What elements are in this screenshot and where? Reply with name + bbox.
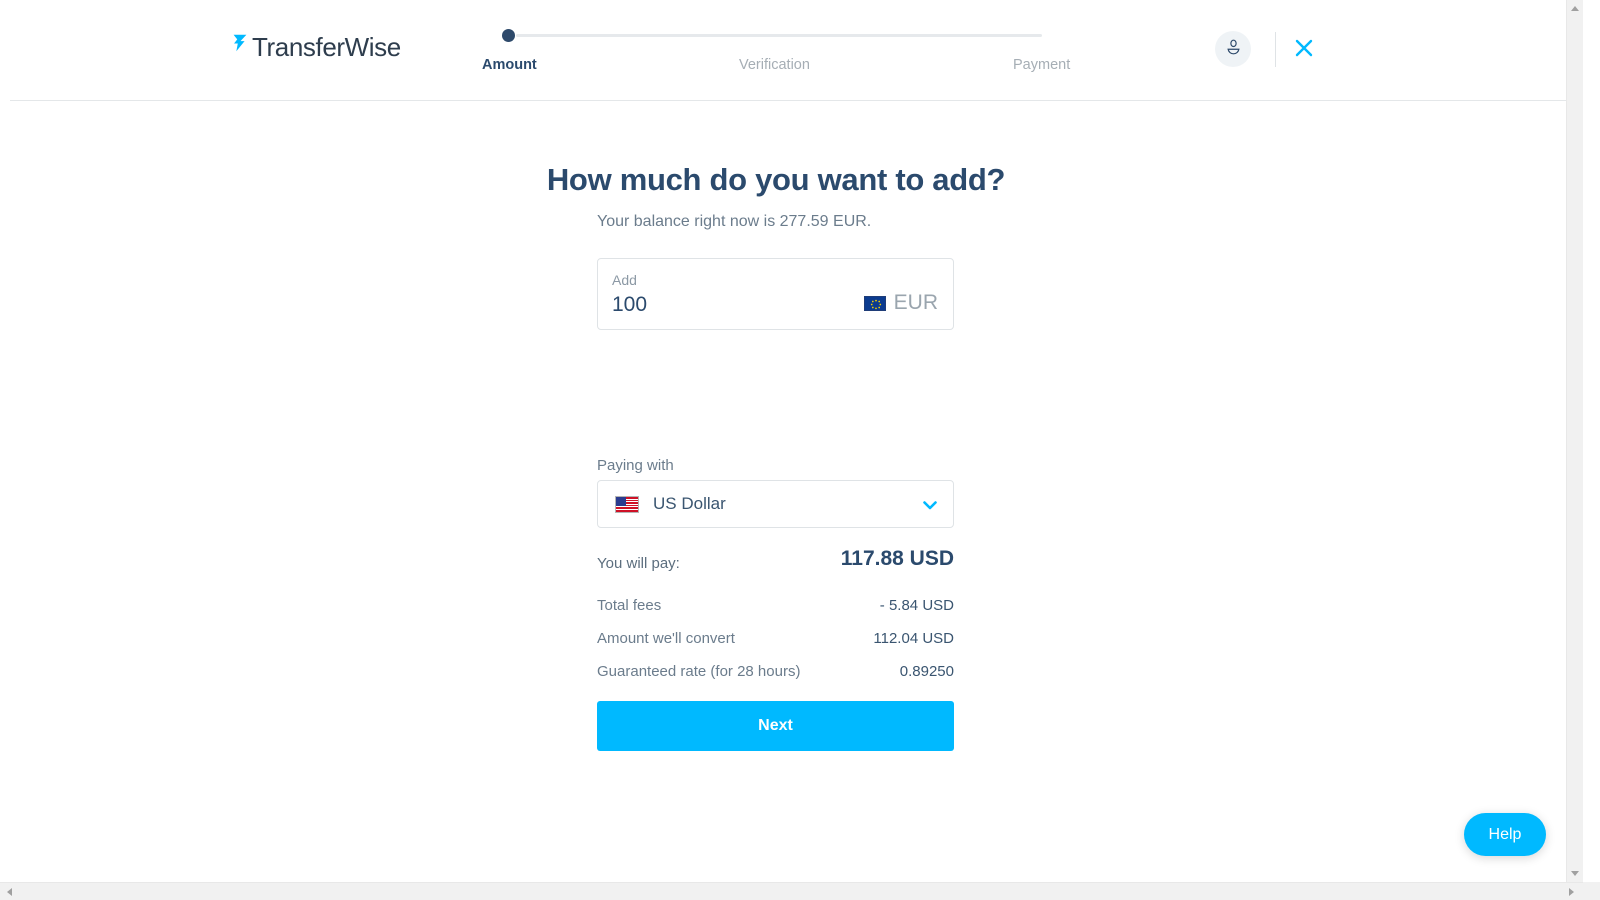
step-label-amount[interactable]: Amount (482, 58, 537, 73)
paying-with-value: US Dollar (653, 494, 726, 513)
summary-value: - 5.84 USD (879, 597, 954, 614)
next-button[interactable]: Next (597, 701, 954, 751)
amount-label: Add (612, 272, 637, 288)
page-title: How much do you want to add? (546, 161, 1006, 197)
summary-row-guaranteed-rate: Guaranteed rate (for 28 hours) 0.89250 (597, 663, 954, 696)
header-divider (1275, 32, 1276, 67)
paying-with-label: Paying with (597, 457, 674, 474)
progress-stepper: Amount Verification Payment (0, 0, 1583, 101)
amount-value[interactable]: 100 (612, 293, 647, 317)
summary-label: Total fees (597, 597, 662, 614)
horizontal-scrollbar[interactable] (0, 882, 1600, 900)
scroll-left-arrow-icon[interactable] (7, 888, 12, 896)
summary-label: Amount we'll convert (597, 630, 735, 647)
avatar[interactable] (1215, 31, 1251, 67)
scroll-down-arrow-icon[interactable] (1571, 871, 1579, 876)
summary-label: Guaranteed rate (for 28 hours) (597, 663, 801, 680)
close-x-icon (1292, 39, 1316, 64)
close-button[interactable] (1292, 36, 1316, 60)
summary-row-total-fees: Total fees - 5.84 USD (597, 597, 954, 630)
flag-eu-icon (863, 295, 886, 311)
flag-us-icon (615, 495, 639, 513)
main-content: How much do you want to add? Your balanc… (0, 101, 1583, 882)
summary-value: 0.89250 (899, 663, 954, 680)
cost-summary: You will pay: 117.88 USD Total fees - 5.… (597, 547, 954, 696)
progress-track (516, 34, 1042, 37)
vertical-scrollbar[interactable] (1566, 0, 1583, 882)
chevron-down-icon[interactable] (922, 498, 938, 510)
step-label-payment[interactable]: Payment (1013, 58, 1070, 73)
progress-current-dot (502, 29, 515, 42)
amount-currency-selector[interactable]: EUR (863, 291, 938, 315)
summary-value: 112.04 USD (873, 630, 954, 647)
amount-input[interactable]: Add 100 EUR (597, 258, 954, 330)
paying-with-select[interactable]: US Dollar (597, 480, 954, 528)
scroll-right-arrow-icon[interactable] (1569, 888, 1574, 896)
user-avatar-icon (1224, 37, 1243, 61)
summary-value: 117.88 USD (840, 547, 954, 570)
page-header: TransferWise Amount Verification Payment (0, 0, 1583, 101)
scroll-up-arrow-icon[interactable] (1571, 6, 1579, 11)
summary-row-amount-converted: Amount we'll convert 112.04 USD (597, 630, 954, 663)
scrollbar-corner (1583, 882, 1600, 900)
amount-currency-code: EUR (893, 291, 938, 314)
summary-row-you-will-pay: You will pay: 117.88 USD (597, 547, 954, 597)
step-label-verification[interactable]: Verification (739, 58, 810, 73)
browser-viewport: TransferWise Amount Verification Payment (0, 0, 1583, 882)
summary-label: You will pay: (597, 555, 680, 572)
help-button[interactable]: Help (1464, 813, 1546, 856)
balance-text: Your balance right now is 277.59 EUR. (597, 213, 872, 230)
